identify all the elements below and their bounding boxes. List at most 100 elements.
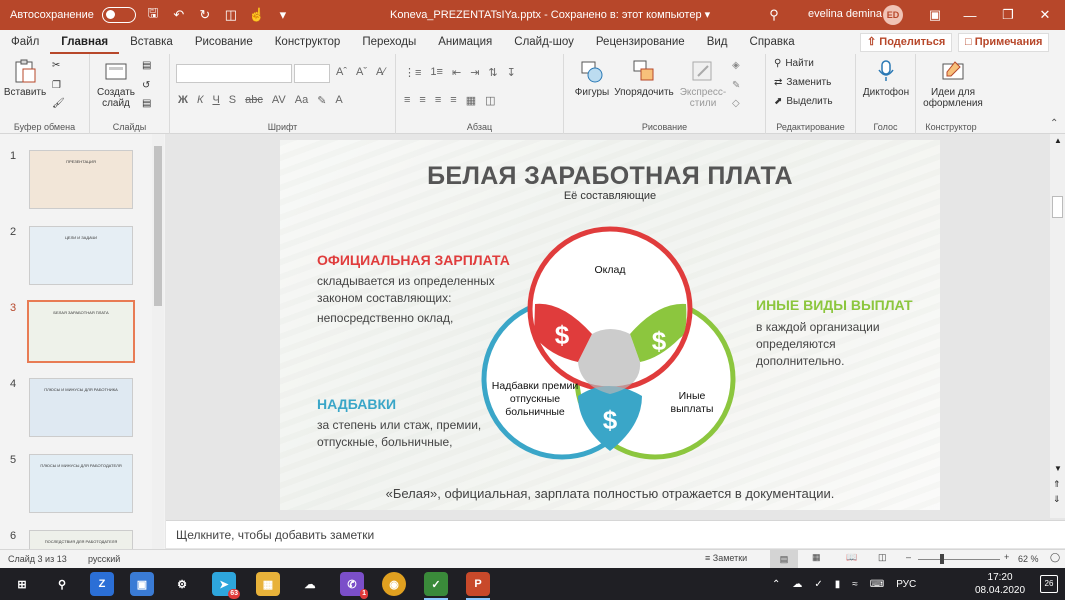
bullets-icon[interactable]: ⋮≡ [404,66,421,79]
venn-label-bonus[interactable]: Надбавки премии отпускные больничные [490,380,580,419]
slide-thumbnail-image[interactable]: БЕЛАЯ ЗАРАБОТНАЯ ПЛАТА [27,300,135,363]
tab-10[interactable]: Справка [739,30,806,54]
bonus-heading[interactable]: НАДБАВКИ [317,396,396,412]
zoom-in-icon[interactable]: + [1004,552,1009,562]
text-direction-icon[interactable]: ↧ [507,66,516,79]
venn-label-other[interactable]: Иные выплаты [662,390,722,416]
tab-6[interactable]: Анимация [427,30,503,54]
copy-icon[interactable]: ❐ [52,80,61,91]
input-language[interactable]: РУС [896,579,916,590]
font-size-field[interactable] [294,64,330,83]
viber-icon[interactable]: ✆ 1 [340,572,368,599]
save-icon[interactable]: 🖫 [144,5,162,24]
layout-icon[interactable]: ▤ [142,60,151,71]
present-icon[interactable]: ◫ [222,6,240,24]
strikethrough-icon[interactable]: abc [245,94,263,107]
zoom-slider[interactable] [918,559,1000,560]
slide-counter[interactable]: Слайд 3 из 13 [8,554,67,564]
slide-thumbnail-2[interactable]: 2 ЦЕЛИ И ЗАДАЧИ [0,226,150,294]
customize-qat-icon[interactable]: ▾ [274,6,292,24]
notes-pane[interactable]: Щелкните, чтобы добавить заметки [166,520,1065,548]
slide-thumbnail-4[interactable]: 4 ПЛЮСЫ И МИНУСЫ ДЛЯ РАБОТНИКА [0,378,150,446]
thumbnails-scroll-thumb[interactable] [154,146,162,306]
keyboard-icon[interactable]: ⌨ [870,579,884,590]
slide-footer-text[interactable]: «Белая», официальная, зарплата полностью… [280,486,940,501]
venn-label-salary[interactable]: Оклад [585,264,635,277]
other-heading[interactable]: ИНЫЕ ВИДЫ ВЫПЛАТ [756,297,913,313]
reading-view-icon[interactable]: 📖 [846,552,857,563]
align-right-icon[interactable]: ≡ [435,94,441,107]
next-slide-icon[interactable]: ⇓ [1053,494,1061,505]
columns-icon[interactable]: ▦ [466,94,476,107]
telegram-icon[interactable]: ➤ 63 [212,572,240,599]
taskbar-search-icon[interactable]: ⚲ [50,572,74,596]
slide-title[interactable]: БЕЛАЯ ЗАРАБОТНАЯ ПЛАТА [280,162,940,191]
replace-button[interactable]: ⇄ Заменить [774,77,831,88]
fit-slide-icon[interactable]: ◯ [1050,552,1060,563]
tab-9[interactable]: Вид [696,30,739,54]
scroll-up-icon[interactable]: ▲ [1054,136,1062,145]
highlight-icon[interactable]: ✎ [317,94,326,107]
share-button[interactable]: ⇧ Поделиться [860,33,953,52]
touch-mode-icon[interactable]: ☝ [248,6,266,24]
shape-effects-icon[interactable]: ◇ [732,98,740,109]
zoom-level[interactable]: 62 % [1018,554,1039,564]
photo-app-icon[interactable]: ▣ [130,572,154,596]
restore-icon[interactable]: ❐ [988,0,1028,30]
align-center-icon[interactable]: ≡ [419,94,425,107]
slide-subtitle[interactable]: Её составляющие [280,190,940,202]
undo-icon[interactable]: ↶ [170,6,188,24]
shape-fill-icon[interactable]: ◈ [732,60,740,71]
thumbnails-scrollbar[interactable] [152,134,164,550]
section-icon[interactable]: ▤ [142,98,151,109]
powerpoint-icon[interactable]: P [466,572,490,600]
tab-0[interactable]: Файл [0,30,50,54]
settings-gear-icon[interactable]: ⚙ [170,572,194,596]
other-text[interactable]: в каждой организации определяются дополн… [756,319,906,370]
indent-more-icon[interactable]: ⇥ [470,66,479,79]
avatar[interactable]: ED [883,5,903,25]
zoom-slider-thumb[interactable] [940,554,944,564]
font-name-field[interactable] [176,64,292,83]
tray-expand-icon[interactable]: ⌃ [772,579,780,590]
zoom-app-icon[interactable]: Z [90,572,114,596]
underline-icon[interactable]: Ч [212,94,219,107]
wifi-icon[interactable]: ≈ [852,579,858,590]
slide[interactable]: БЕЛАЯ ЗАРАБОТНАЯ ПЛАТА Её составляющие О… [280,140,940,510]
clear-format-icon[interactable]: A∕ [376,66,385,78]
shrink-font-icon[interactable]: Aˇ [356,66,367,78]
close-icon[interactable]: ✕ [1025,0,1065,30]
reset-icon[interactable]: ↺ [142,80,150,91]
previous-slide-icon[interactable]: ⇑ [1053,479,1061,490]
search-icon[interactable]: ⚲ [765,6,783,24]
spacing-icon[interactable]: AV [272,94,286,107]
shapes-button[interactable]: Фигуры [570,58,614,98]
tab-4[interactable]: Конструктор [264,30,352,54]
slide-scroll-thumb[interactable] [1052,196,1063,218]
minimize-icon[interactable]: — [950,0,990,30]
format-painter-icon[interactable]: 🖌 [52,98,65,109]
find-button[interactable]: ⚲ Найти [774,58,814,69]
tab-8[interactable]: Рецензирование [585,30,696,54]
scroll-down-icon[interactable]: ▼ [1054,464,1062,473]
slide-thumbnail-image[interactable]: ПЛЮСЫ И МИНУСЫ ДЛЯ РАБОТОДАТЕЛЯ [29,454,133,513]
paste-button[interactable]: Вставить [4,58,46,98]
slide-thumbnail-image[interactable]: ПРЕЗЕНТАЦИЯ [29,150,133,209]
notification-center-icon[interactable]: 26 [1040,575,1058,593]
smartart-icon[interactable]: ◫ [485,94,495,107]
indent-less-icon[interactable]: ⇤ [452,66,461,79]
autosave-toggle[interactable] [101,7,136,23]
justify-icon[interactable]: ≡ [450,94,456,107]
tab-3[interactable]: Рисование [184,30,264,54]
new-slide-button[interactable]: Создать слайд [94,58,138,109]
slide-thumbnail-5[interactable]: 5 ПЛЮСЫ И МИНУСЫ ДЛЯ РАБОТОДАТЕЛЯ [0,454,150,522]
tab-7[interactable]: Слайд-шоу [503,30,585,54]
font-color-icon[interactable]: A [335,94,342,107]
italic-icon[interactable]: К [197,94,203,107]
quick-styles-button[interactable]: Экспресс-стили [678,58,728,109]
numbering-icon[interactable]: 1≡ [430,66,443,79]
slide-thumbnail-image[interactable]: ПЛЮСЫ И МИНУСЫ ДЛЯ РАБОТНИКА [29,378,133,437]
user-name[interactable]: evelina demina [808,8,882,20]
onedrive-icon[interactable]: ☁ [792,579,802,590]
tab-5[interactable]: Переходы [351,30,427,54]
